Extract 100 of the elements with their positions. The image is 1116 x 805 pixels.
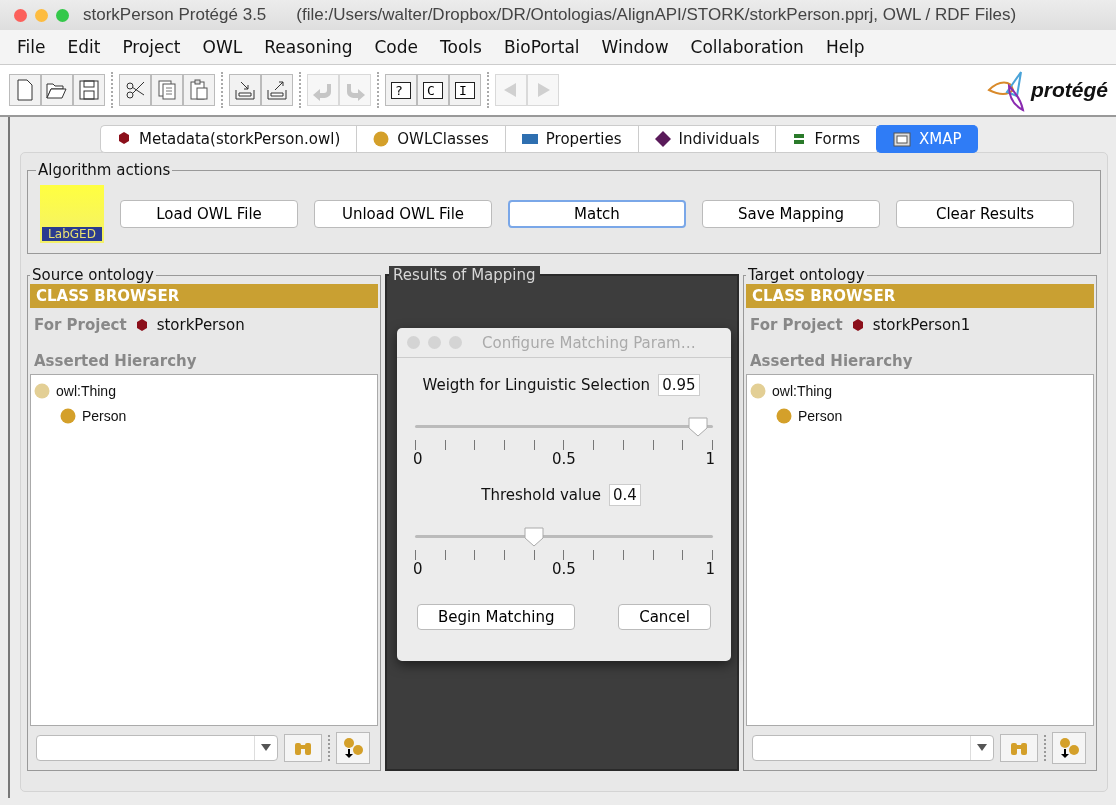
window-icon	[893, 131, 912, 147]
menu-item[interactable]: Collaboration	[679, 37, 815, 57]
letter-icon: ?	[391, 81, 411, 99]
menu-item[interactable]: Code	[363, 37, 429, 57]
menu-item[interactable]: Tools	[429, 37, 493, 57]
menu-item[interactable]: BioPortal	[492, 37, 591, 57]
window-file-info: (file:/Users/walter/Dropbox/DR/Ontologias/AlignAPI/STORK/storkPerson.pprj, OWL / RDF Files)	[296, 5, 1017, 25]
class-circle-icon	[34, 382, 50, 399]
search-combo-box[interactable]	[36, 735, 278, 761]
letter-icon: C	[423, 81, 443, 99]
tab[interactable]: Properties	[504, 125, 638, 153]
parameter-label: Weigth for Linguistic Selection	[422, 376, 651, 394]
menu-item[interactable]: Help	[814, 37, 876, 57]
tick-label: 0	[413, 560, 423, 578]
tab-label: XMAP	[919, 130, 962, 148]
window-control-button[interactable]	[428, 336, 441, 349]
toolbar-button[interactable]: C	[417, 74, 449, 106]
action-button[interactable]: Load OWL File	[120, 200, 298, 228]
classes-arrow-icon	[1058, 737, 1080, 759]
tree-item[interactable]: owl:Thing	[750, 378, 1090, 403]
menu-item[interactable]: Edit	[56, 37, 112, 57]
close-button[interactable]	[14, 8, 27, 22]
hexagon-icon	[850, 318, 865, 332]
dialog-button[interactable]: Cancel	[618, 604, 711, 630]
parameter-label: Threshold value	[481, 486, 601, 504]
tab[interactable]: Individuals	[637, 125, 776, 153]
panel-title: Algorithm actions	[37, 161, 172, 179]
action-button[interactable]: Match	[508, 200, 686, 228]
panel-title: Target ontology	[747, 266, 866, 284]
dropdown-caret-icon	[261, 744, 271, 752]
hierarchy-label: Asserted Hierarchy	[749, 351, 914, 372]
menu-item[interactable]: File	[6, 37, 57, 57]
project-name: storkPerson1	[872, 316, 971, 334]
tree-item[interactable]: Person	[60, 403, 374, 428]
classes-arrow-icon	[342, 737, 364, 759]
tab[interactable]: Forms	[775, 125, 877, 153]
window-title: storkPerson Protégé 3.5	[83, 5, 267, 25]
action-button[interactable]: Save Mapping	[702, 200, 880, 228]
zoom-button[interactable]	[56, 8, 69, 22]
value-field[interactable]: 0.95	[658, 374, 700, 396]
hierarchy-label: Asserted Hierarchy	[33, 351, 198, 372]
menu-item[interactable]: OWL	[191, 37, 254, 57]
class-circle-icon	[776, 407, 792, 424]
tree-item[interactable]: Person	[776, 403, 1090, 428]
class-circle-icon	[60, 407, 76, 424]
binoculars-icon	[294, 740, 312, 756]
equals-icon	[792, 131, 807, 147]
action-button[interactable]: Unload OWL File	[314, 200, 492, 228]
labged-logo: LabGED	[40, 185, 104, 243]
tick-label: 1	[705, 560, 715, 578]
toolbar-button[interactable]	[41, 74, 73, 106]
class-browser-header: CLASS BROWSER	[746, 284, 1094, 308]
toolbar-button[interactable]	[73, 74, 105, 106]
dialog-button[interactable]: Begin Matching	[417, 604, 576, 630]
tab-label: Properties	[545, 130, 622, 148]
tab-label: Forms	[814, 130, 861, 148]
class-circle-icon	[750, 382, 766, 399]
tick-label: 0	[413, 450, 423, 468]
menu-item[interactable]: Window	[590, 37, 680, 57]
dropdown-caret-icon	[977, 744, 987, 752]
search-button[interactable]	[284, 734, 322, 762]
search-button[interactable]	[1000, 734, 1038, 762]
toolbar-button[interactable]: ?	[385, 74, 417, 106]
tab-label: OWLClasses	[397, 130, 489, 148]
menu-item[interactable]: Reasoning	[253, 37, 364, 57]
toolbar-button[interactable]: I	[449, 74, 481, 106]
action-button[interactable]: Clear Results	[896, 200, 1074, 228]
add-class-button[interactable]	[336, 732, 370, 764]
slider-thumb[interactable]	[687, 416, 710, 438]
hexagon-icon	[134, 318, 149, 332]
window-control-button[interactable]	[449, 336, 462, 349]
export-icon	[265, 78, 289, 102]
minimize-button[interactable]	[35, 8, 48, 22]
tab-label: Metadata(storkPerson.owl)	[139, 130, 341, 148]
diamond-icon	[654, 131, 671, 147]
slider[interactable]	[415, 420, 713, 434]
dialog-title: Configure Matching Param…	[482, 333, 696, 352]
tab-label: Individuals	[678, 130, 760, 148]
value-field[interactable]: 0.4	[608, 484, 641, 506]
search-combo-box[interactable]	[752, 735, 994, 761]
panel-title: Results of Mapping	[389, 266, 540, 284]
tab[interactable]: OWLClasses	[356, 125, 505, 153]
tick-label: 0.5	[552, 450, 576, 468]
toolbar-button[interactable]	[119, 74, 151, 106]
copy-icon	[155, 78, 179, 102]
tree-item[interactable]: owl:Thing	[34, 378, 374, 403]
clipboard-icon	[187, 78, 211, 102]
menu-item[interactable]: Project	[111, 37, 192, 57]
slider[interactable]	[415, 530, 713, 544]
class-browser-header: CLASS BROWSER	[30, 284, 378, 308]
add-class-button[interactable]	[1052, 732, 1086, 764]
window-control-button[interactable]	[407, 336, 420, 349]
binoculars-icon	[1010, 740, 1028, 756]
slider-thumb[interactable]	[523, 526, 546, 548]
project-name: storkPerson	[156, 316, 245, 334]
tab[interactable]: XMAP	[876, 125, 978, 153]
hexagon-icon	[117, 131, 131, 147]
circle-icon	[373, 131, 390, 147]
tab[interactable]: Metadata(storkPerson.owl)	[100, 125, 357, 153]
tick-label: 0.5	[552, 560, 576, 578]
